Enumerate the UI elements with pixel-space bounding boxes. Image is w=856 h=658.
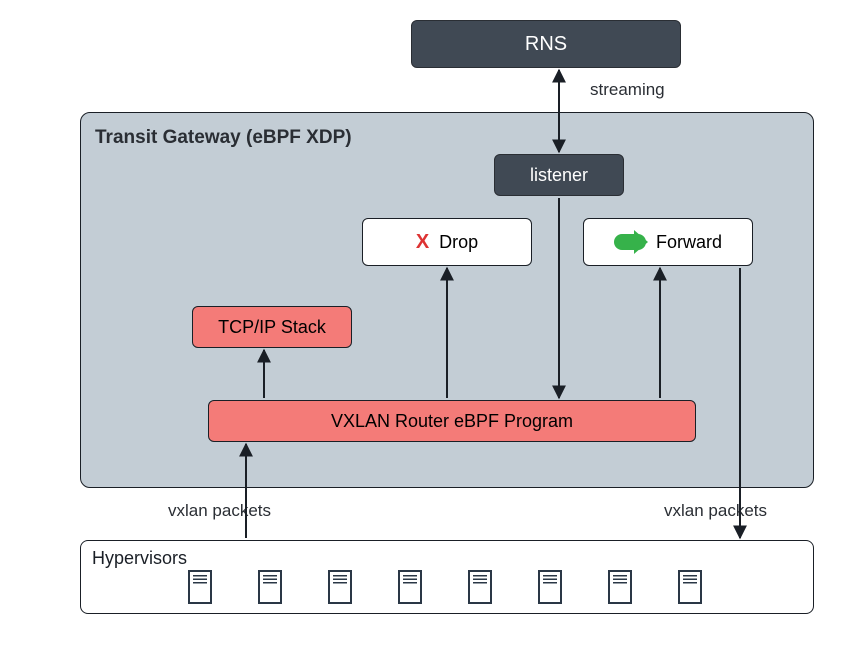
streaming-label: streaming <box>590 80 665 100</box>
server-icon <box>468 570 492 604</box>
forward-arrow-icon <box>614 234 646 250</box>
server-icon <box>328 570 352 604</box>
drop-label: Drop <box>439 232 478 253</box>
vxlan-router-box: VXLAN Router eBPF Program <box>208 400 696 442</box>
hypervisors-title: Hypervisors <box>92 548 187 569</box>
x-icon: X <box>416 231 429 254</box>
listener-box: listener <box>494 154 624 196</box>
vxlan-out-label: vxlan packets <box>664 501 767 521</box>
vxlan-in-label: vxlan packets <box>168 501 271 521</box>
tcpip-label: TCP/IP Stack <box>218 317 326 338</box>
server-icon <box>608 570 632 604</box>
tcpip-box: TCP/IP Stack <box>192 306 352 348</box>
rns-box: RNS <box>411 20 681 68</box>
server-icon <box>188 570 212 604</box>
listener-label: listener <box>530 165 588 186</box>
rns-label: RNS <box>525 33 567 56</box>
server-icon <box>398 570 422 604</box>
server-icon <box>538 570 562 604</box>
server-icon <box>258 570 282 604</box>
transit-gateway-title: Transit Gateway (eBPF XDP) <box>95 127 352 149</box>
server-icon <box>678 570 702 604</box>
vxlan-router-label: VXLAN Router eBPF Program <box>331 411 573 432</box>
forward-label: Forward <box>656 232 722 253</box>
forward-box: Forward <box>583 218 753 266</box>
drop-box: X Drop <box>362 218 532 266</box>
